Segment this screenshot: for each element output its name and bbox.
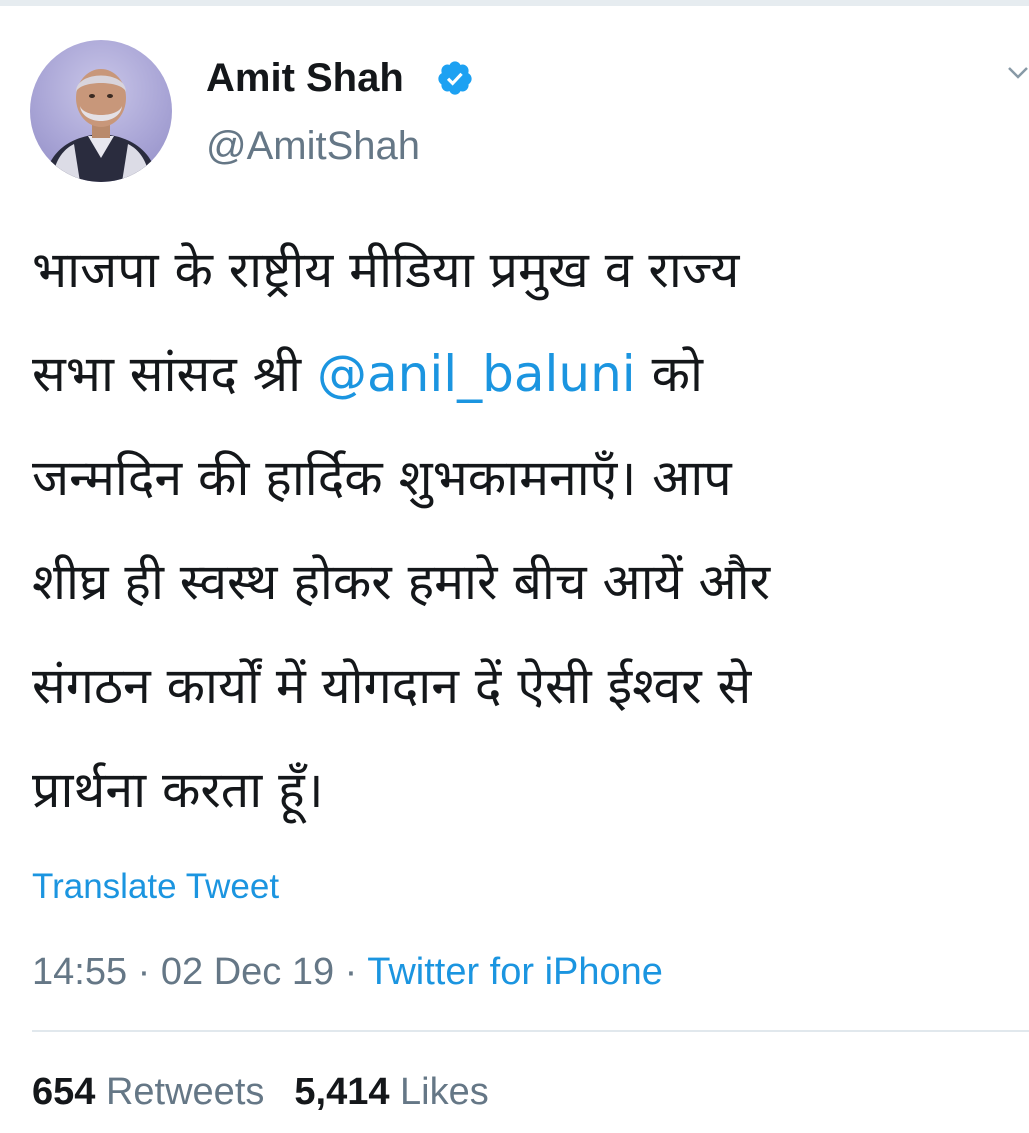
translate-tweet-link[interactable]: Translate Tweet <box>32 864 279 910</box>
verified-badge-icon <box>438 61 472 95</box>
retweets-label: Retweets <box>105 1071 265 1113</box>
tweet-line-text: भाजपा के राष्ट्रीय मीडिया प्रमुख व राज्य <box>32 241 740 299</box>
divider <box>32 1030 1029 1032</box>
tweet-line: प्रार्थना करता हूँ। <box>32 738 992 842</box>
retweets-count: 654 <box>32 1071 96 1113</box>
avatar[interactable] <box>30 40 172 182</box>
likes-stat[interactable]: 5,414 Likes <box>294 1071 488 1113</box>
tweet-line-text: शीघ्र ही स्वस्थ होकर हमारे बीच आयें और <box>32 553 771 611</box>
tweet-line-text: प्रार्थना करता हूँ। <box>32 761 324 819</box>
tweet-meta: 14:55 · 02 Dec 19 · Twitter for iPhone <box>32 948 663 996</box>
retweets-stat[interactable]: 654 Retweets <box>32 1071 264 1113</box>
chevron-down-icon[interactable] <box>1007 62 1029 84</box>
tweet-date: 02 Dec 19 <box>160 951 335 993</box>
tweet-source-link[interactable]: Twitter for iPhone <box>367 951 663 993</box>
top-border <box>0 0 1029 6</box>
tweet-line-text: को <box>635 345 703 403</box>
tweet-line: सभा सांसद श्री @anil_baluni को <box>32 322 992 426</box>
meta-separator: · <box>334 951 368 993</box>
tweet-stats: 654 Retweets 5,414 Likes <box>32 1068 489 1116</box>
avatar-image <box>44 69 158 182</box>
tweet-line: जन्मदिन की हार्दिक शुभकामनाएँ। आप <box>32 426 992 530</box>
tweet-line: शीघ्र ही स्वस्थ होकर हमारे बीच आयें और <box>32 530 992 634</box>
meta-separator: · <box>127 951 161 993</box>
likes-count: 5,414 <box>294 1071 390 1113</box>
tweet-line-text: जन्मदिन की हार्दिक शुभकामनाएँ। आप <box>32 449 732 507</box>
tweet-line-text: संगठन कार्यों में योगदान दें ऐसी ईश्वर स… <box>32 657 752 715</box>
tweet-line: संगठन कार्यों में योगदान दें ऐसी ईश्वर स… <box>32 634 992 738</box>
likes-label: Likes <box>400 1071 489 1113</box>
user-handle[interactable]: @AmitShah <box>206 120 420 172</box>
tweet-line-text: सभा सांसद श्री <box>32 345 318 403</box>
mention-link[interactable]: @anil_baluni <box>317 345 636 403</box>
tweet-line: भाजपा के राष्ट्रीय मीडिया प्रमुख व राज्य <box>32 218 992 322</box>
tweet-time: 14:55 <box>32 951 128 993</box>
tweet-text: भाजपा के राष्ट्रीय मीडिया प्रमुख व राज्य… <box>32 218 992 842</box>
display-name[interactable]: Amit Shah <box>206 52 404 104</box>
